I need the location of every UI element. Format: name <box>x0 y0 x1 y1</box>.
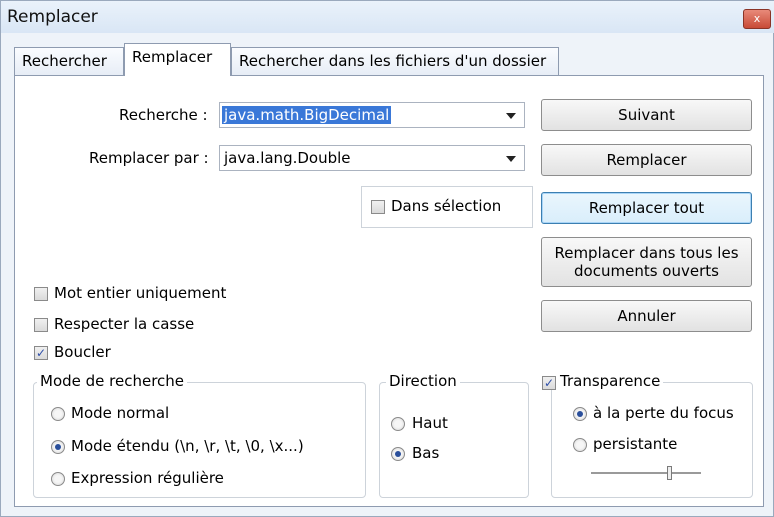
replace-label: Remplacer par : <box>89 149 209 167</box>
chevron-down-icon[interactable] <box>506 113 516 119</box>
tab-replace[interactable]: Remplacer <box>124 43 231 76</box>
mode-regex-label: Expression régulière <box>71 469 224 487</box>
replace-all-open-docs-button[interactable]: Remplacer dans tous les documents ouvert… <box>541 237 752 287</box>
whole-word-label: Mot entier uniquement <box>54 284 227 302</box>
replace-button[interactable]: Remplacer <box>541 144 752 176</box>
transparency-header: ✓ Transparence <box>540 372 664 390</box>
direction-down-label: Bas <box>412 444 440 462</box>
transparency-persistent-radio[interactable] <box>573 438 587 452</box>
slider-thumb[interactable] <box>667 466 672 480</box>
in-selection-label: Dans sélection <box>391 197 502 215</box>
mode-normal-label: Mode normal <box>71 404 170 422</box>
transparency-on-blur-radio[interactable] <box>573 407 587 421</box>
transparency-label: Transparence <box>560 372 661 390</box>
search-mode-legend: Mode de recherche <box>37 372 188 390</box>
in-selection-checkbox[interactable] <box>371 200 385 214</box>
check-icon: ✓ <box>35 346 47 360</box>
transparency-persistent-label: persistante <box>593 435 678 453</box>
tab-find[interactable]: Rechercher <box>14 47 124 75</box>
direction-up-radio[interactable] <box>391 417 405 431</box>
match-case-label: Respecter la casse <box>54 315 195 333</box>
match-case-checkbox[interactable] <box>34 318 48 332</box>
direction-group <box>379 382 529 498</box>
tab-find-in-files[interactable]: Rechercher dans les fichiers d'un dossie… <box>231 47 559 75</box>
mode-extended-radio[interactable] <box>51 440 65 454</box>
replace-all-open-docs-line1: Remplacer dans tous les <box>554 244 739 262</box>
replace-combobox[interactable]: java.lang.Double <box>219 145 525 171</box>
title-bar[interactable]: Remplacer x <box>1 1 774 33</box>
wrap-checkbox[interactable]: ✓ <box>34 346 48 360</box>
window-title: Remplacer <box>7 7 98 27</box>
whole-word-checkbox[interactable] <box>34 287 48 301</box>
search-value: java.math.BigDecimal <box>222 106 392 124</box>
replace-value: java.lang.Double <box>224 149 351 167</box>
mode-extended-label: Mode étendu (\n, \r, \t, \0, \x...) <box>71 437 304 455</box>
replace-all-button[interactable]: Remplacer tout <box>541 192 752 224</box>
mode-normal-radio[interactable] <box>51 407 65 421</box>
chevron-down-icon[interactable] <box>506 156 516 162</box>
direction-down-radio[interactable] <box>391 447 405 461</box>
wrap-label: Boucler <box>54 343 111 361</box>
cancel-button[interactable]: Annuler <box>541 300 752 332</box>
replace-all-open-docs-line2: documents ouverts <box>574 262 719 280</box>
next-button[interactable]: Suivant <box>541 99 752 131</box>
replace-dialog: Remplacer x Rechercher Remplacer Recherc… <box>0 0 774 517</box>
transparency-on-blur-label: à la perte du focus <box>593 404 734 422</box>
direction-legend: Direction <box>386 372 460 390</box>
slider-track <box>591 472 701 474</box>
transparency-checkbox[interactable]: ✓ <box>542 376 556 390</box>
search-combobox[interactable]: java.math.BigDecimal <box>219 102 525 128</box>
transparency-slider[interactable] <box>591 463 701 483</box>
close-button[interactable]: x <box>743 9 771 29</box>
check-icon: ✓ <box>543 376 555 390</box>
mode-regex-radio[interactable] <box>51 472 65 486</box>
search-label: Recherche : <box>119 106 208 124</box>
close-icon: x <box>753 12 761 25</box>
direction-up-label: Haut <box>412 414 448 432</box>
